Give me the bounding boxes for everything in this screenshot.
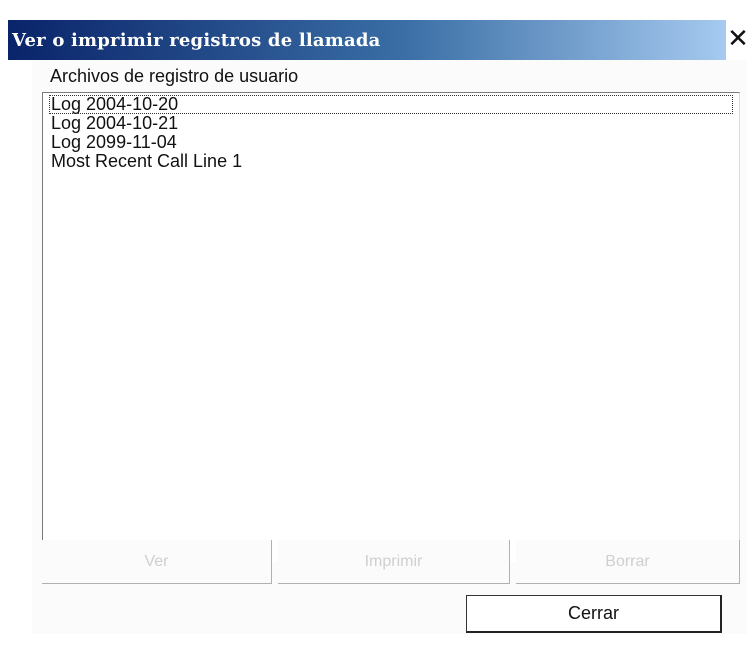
log-files-listbox[interactable]: Log 2004-10-20 Log 2004-10-21 Log 2099-1… [42, 92, 740, 562]
delete-button[interactable]: Borrar [516, 540, 740, 584]
log-files-list: Log 2004-10-20 Log 2004-10-21 Log 2099-1… [49, 95, 733, 171]
list-item-log-2004-10-21[interactable]: Log 2004-10-21 [49, 114, 733, 133]
close-button[interactable]: Cerrar [466, 595, 722, 633]
list-item-most-recent-call-line-1[interactable]: Most Recent Call Line 1 [49, 152, 733, 171]
view-button[interactable]: Ver [42, 540, 272, 584]
title-bar[interactable]: Ver o imprimir registros de llamada [8, 20, 726, 60]
list-item-log-2099-11-04[interactable]: Log 2099-11-04 [49, 133, 733, 152]
dialog-title: Ver o imprimir registros de llamada [12, 29, 381, 51]
list-item-log-2004-10-20[interactable]: Log 2004-10-20 [49, 95, 733, 114]
call-log-dialog: Ver o imprimir registros de llamada ✕ Ar… [0, 0, 755, 646]
user-log-files-label: Archivos de registro de usuario [50, 66, 299, 86]
print-button[interactable]: Imprimir [278, 540, 510, 584]
close-icon[interactable]: ✕ [722, 22, 754, 56]
